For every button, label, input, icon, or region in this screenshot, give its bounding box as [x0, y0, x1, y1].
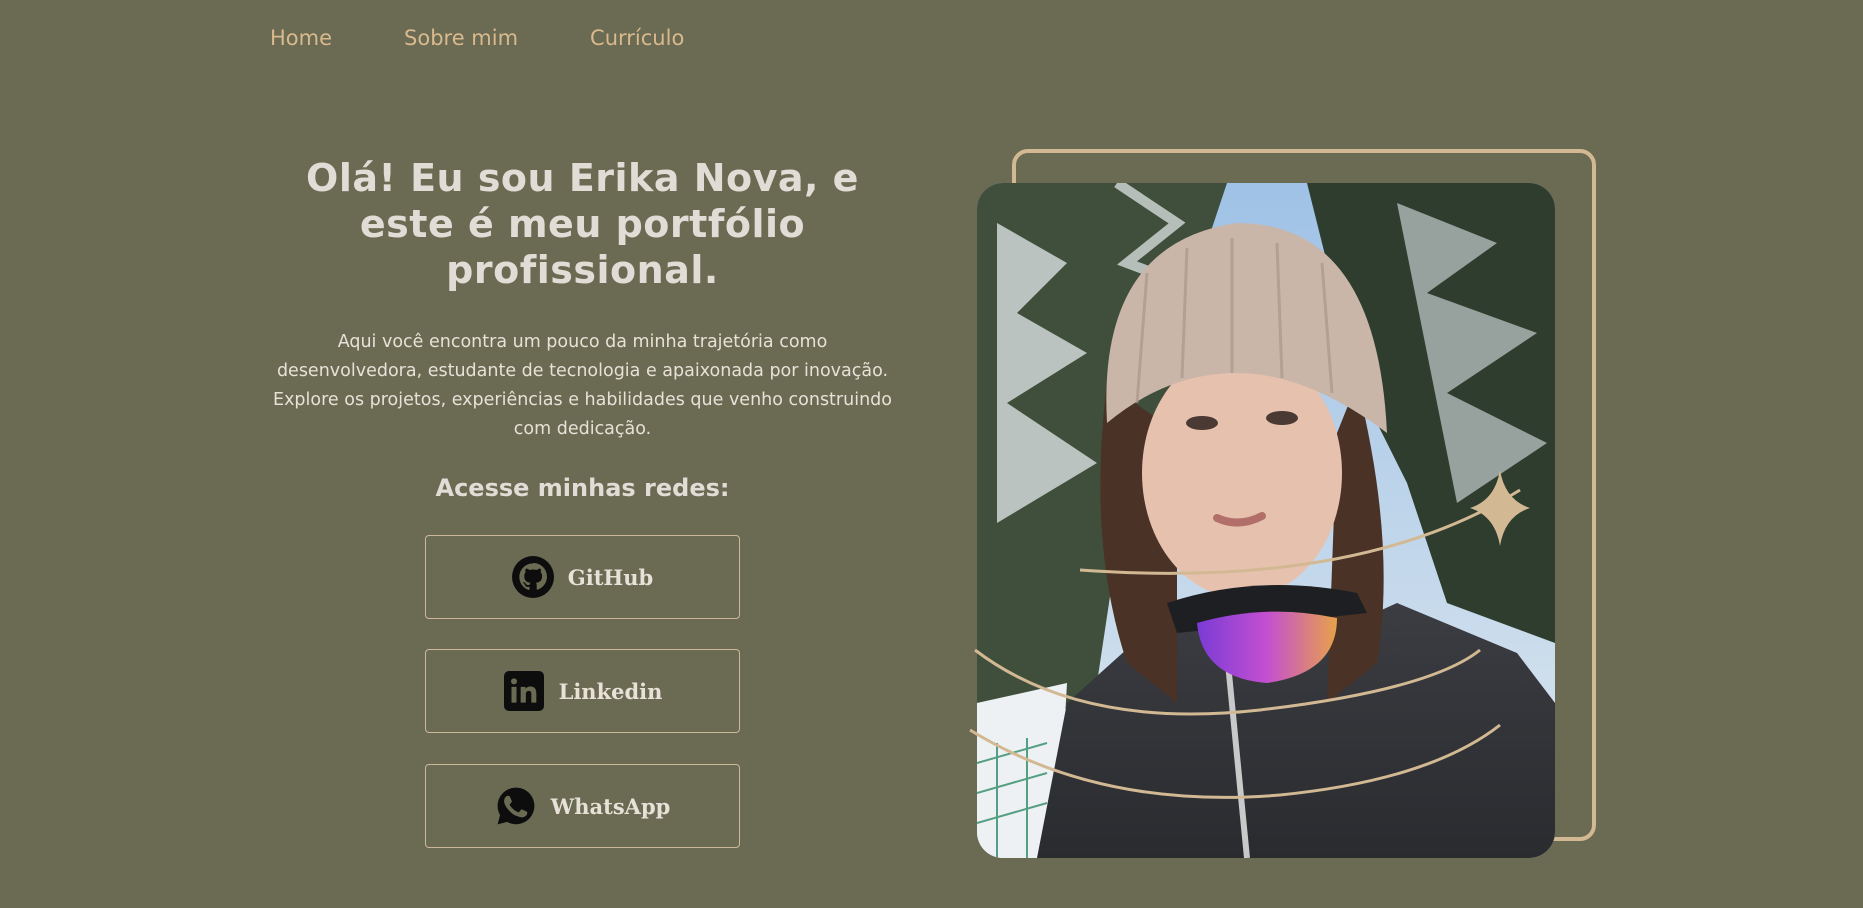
- social-heading: Acesse minhas redes:: [435, 474, 730, 502]
- whatsapp-label: WhatsApp: [550, 793, 671, 819]
- profile-photo: [977, 183, 1555, 858]
- whatsapp-button[interactable]: WhatsApp: [425, 764, 740, 848]
- github-label: GitHub: [567, 564, 654, 590]
- linkedin-button[interactable]: Linkedin: [425, 649, 740, 733]
- main-nav: Home Sobre mim Currículo: [270, 26, 684, 50]
- linkedin-label: Linkedin: [558, 678, 663, 704]
- linkedin-icon: [503, 670, 545, 712]
- github-icon: [511, 556, 554, 598]
- nav-home-link[interactable]: Home: [270, 26, 332, 50]
- github-button[interactable]: GitHub: [425, 535, 740, 619]
- hero-description: Aqui você encontra um pouco da minha tra…: [273, 332, 892, 439]
- nav-curriculo-link[interactable]: Currículo: [590, 26, 684, 50]
- nav-sobre-mim-link[interactable]: Sobre mim: [404, 26, 518, 50]
- whatsapp-icon: [495, 785, 537, 827]
- hero-title: Olá! Eu sou Erika Nova, e este é meu por…: [306, 156, 859, 292]
